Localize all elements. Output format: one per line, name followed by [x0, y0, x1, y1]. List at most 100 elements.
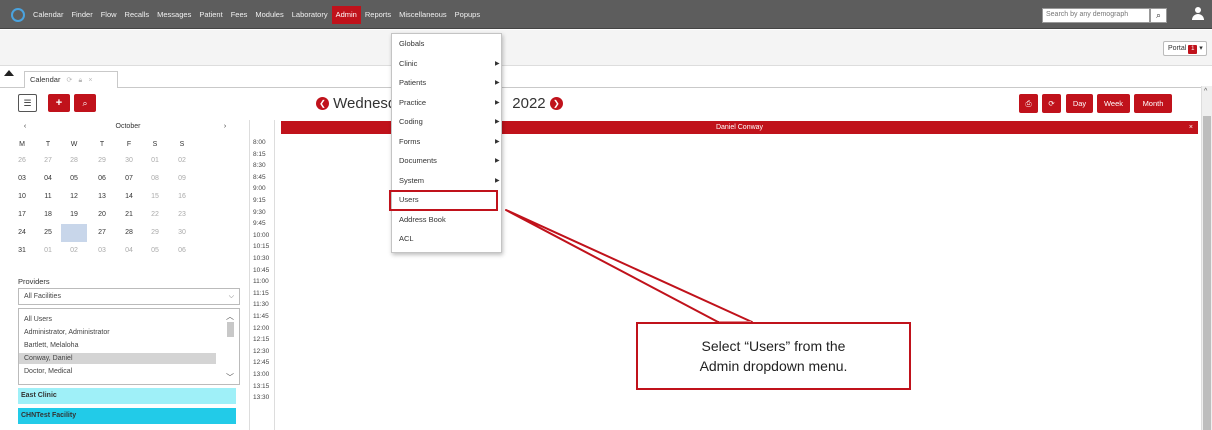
admin-menu-item-coding[interactable]: Coding ▶ [392, 112, 501, 132]
scroll-thumb[interactable] [227, 322, 234, 337]
nav-item-miscellaneous[interactable]: Miscellaneous [395, 6, 451, 24]
calendar-day[interactable]: 27 [35, 154, 61, 168]
portal-button[interactable]: Portal 1 ▾ [1163, 41, 1207, 56]
calendar-day[interactable]: 22 [142, 208, 168, 222]
refresh-button[interactable]: ⟳ [1042, 94, 1061, 113]
nav-item-messages[interactable]: Messages [153, 6, 195, 24]
facility-chntest[interactable]: CHNTest Facility [18, 408, 236, 424]
calendar-day[interactable]: 19 [61, 208, 87, 222]
week-view-button[interactable]: Week [1097, 94, 1130, 113]
admin-menu-item-system[interactable]: System ▶ [392, 171, 501, 191]
calendar-day[interactable]: 01 [142, 154, 168, 168]
calendar-day[interactable]: 06 [89, 172, 115, 186]
calendar-day[interactable]: 02 [169, 154, 195, 168]
day-view-button[interactable]: Day [1066, 94, 1093, 113]
calendar-day[interactable]: 20 [89, 208, 115, 222]
calendar-day[interactable]: 29 [89, 154, 115, 168]
calendar-day[interactable]: 04 [35, 172, 61, 186]
nav-item-recalls[interactable]: Recalls [121, 6, 154, 24]
calendar-day[interactable]: 07 [116, 172, 142, 186]
admin-menu-item-documents[interactable]: Documents ▶ [392, 151, 501, 171]
calendar-day[interactable]: 04 [116, 244, 142, 258]
calendar-day[interactable]: 11 [35, 190, 61, 204]
calendar-day[interactable]: 13 [89, 190, 115, 204]
scroll-up-icon[interactable]: ^ [1204, 88, 1207, 95]
admin-menu-item-globals[interactable]: Globals [392, 34, 501, 54]
next-month-icon[interactable]: › [218, 120, 232, 134]
admin-menu-item-practice[interactable]: Practice ▶ [392, 93, 501, 113]
nav-item-patient[interactable]: Patient [195, 6, 226, 24]
scroll-up-icon[interactable]: ︿ [225, 312, 235, 322]
calendar-day[interactable]: 23 [169, 208, 195, 222]
menu-toggle-button[interactable]: ☰ [18, 94, 37, 112]
facility-east-clinic[interactable]: East Clinic [18, 388, 236, 404]
previous-day-icon[interactable]: ❮ [316, 97, 329, 110]
admin-menu-item-forms[interactable]: Forms ▶ [392, 132, 501, 152]
admin-menu-item-patients[interactable]: Patients ▶ [392, 73, 501, 93]
nav-item-laboratory[interactable]: Laboratory [288, 6, 332, 24]
calendar-day[interactable]: 10 [9, 190, 35, 204]
add-appointment-button[interactable]: + [48, 94, 70, 112]
next-day-icon[interactable]: ❯ [549, 97, 563, 110]
refresh-icon[interactable]: ⟳ [67, 77, 73, 84]
calendar-day[interactable]: 24 [9, 226, 35, 240]
month-view-button[interactable]: Month [1134, 94, 1172, 113]
admin-menu-item-acl[interactable]: ACL [392, 229, 501, 249]
calendar-day[interactable]: 18 [35, 208, 61, 222]
calendar-day[interactable]: 06 [169, 244, 195, 258]
provider-list-item[interactable]: Bartlett, Melaloha [19, 340, 239, 351]
collapse-caret-icon[interactable] [4, 70, 14, 76]
calendar-day[interactable]: 09 [169, 172, 195, 186]
calendar-day[interactable]: 25 [35, 226, 61, 240]
calendar-day[interactable]: 26 [9, 154, 35, 168]
nav-item-calendar[interactable]: Calendar [29, 6, 67, 24]
calendar-day[interactable]: 03 [89, 244, 115, 258]
calendar-day[interactable]: 21 [116, 208, 142, 222]
nav-item-reports[interactable]: Reports [361, 6, 395, 24]
calendar-day[interactable]: 08 [142, 172, 168, 186]
prev-month-icon[interactable]: ‹ [18, 120, 32, 134]
facility-select[interactable]: All Facilities ⌵ [18, 288, 240, 305]
calendar-day[interactable]: 30 [169, 226, 195, 240]
search-icon[interactable]: ⌕ [1150, 8, 1167, 23]
calendar-day[interactable]: 14 [116, 190, 142, 204]
nav-item-fees[interactable]: Fees [227, 6, 252, 24]
nav-item-modules[interactable]: Modules [251, 6, 287, 24]
tab-calendar[interactable]: Calendar ⟳ 🔒︎ × [24, 71, 118, 88]
print-button[interactable]: ⎙ [1019, 94, 1038, 113]
calendar-day[interactable]: 16 [169, 190, 195, 204]
app-logo-icon[interactable] [11, 8, 25, 22]
calendar-day[interactable]: 12 [61, 190, 87, 204]
nav-item-finder[interactable]: Finder [67, 6, 96, 24]
provider-list-item[interactable]: Doctor, Medical [19, 366, 239, 377]
user-icon[interactable] [1192, 7, 1204, 21]
nav-item-popups[interactable]: Popups [451, 6, 484, 24]
calendar-day[interactable]: 28 [116, 226, 142, 240]
calendar-day[interactable]: 31 [9, 244, 35, 258]
admin-menu-item-clinic[interactable]: Clinic ▶ [392, 54, 501, 74]
calendar-day[interactable]: 29 [142, 226, 168, 240]
calendar-day[interactable]: 15 [142, 190, 168, 204]
provider-list[interactable]: All Users Administrator, Administrator Bar… [18, 308, 240, 385]
provider-list-item[interactable]: All Users [19, 314, 239, 325]
calendar-day[interactable]: 30 [116, 154, 142, 168]
calendar-day[interactable]: 03 [9, 172, 35, 186]
calendar-day[interactable]: 26 [61, 224, 87, 242]
close-icon[interactable]: × [1189, 121, 1193, 134]
search-appointments-button[interactable]: ⌕ [74, 94, 96, 112]
close-icon[interactable]: × [88, 77, 92, 84]
scroll-down-icon[interactable]: ﹀ [225, 373, 235, 383]
admin-menu-item-address-book[interactable]: Address Book [392, 210, 501, 230]
calendar-day[interactable]: 05 [142, 244, 168, 258]
calendar-day[interactable]: 17 [9, 208, 35, 222]
search-input[interactable]: Search by any demograph [1042, 8, 1150, 23]
list-scrollbar[interactable]: ︿ ﹀ [224, 312, 236, 383]
nav-item-admin[interactable]: Admin [331, 5, 361, 24]
calendar-day[interactable]: 28 [61, 154, 87, 168]
nav-item-flow[interactable]: Flow [97, 6, 121, 24]
provider-list-item[interactable]: Administrator, Administrator [19, 327, 239, 338]
calendar-day[interactable]: 02 [61, 244, 87, 258]
calendar-day[interactable]: 05 [61, 172, 87, 186]
calendar-day[interactable]: 27 [89, 226, 115, 240]
scroll-thumb[interactable] [1203, 116, 1211, 430]
